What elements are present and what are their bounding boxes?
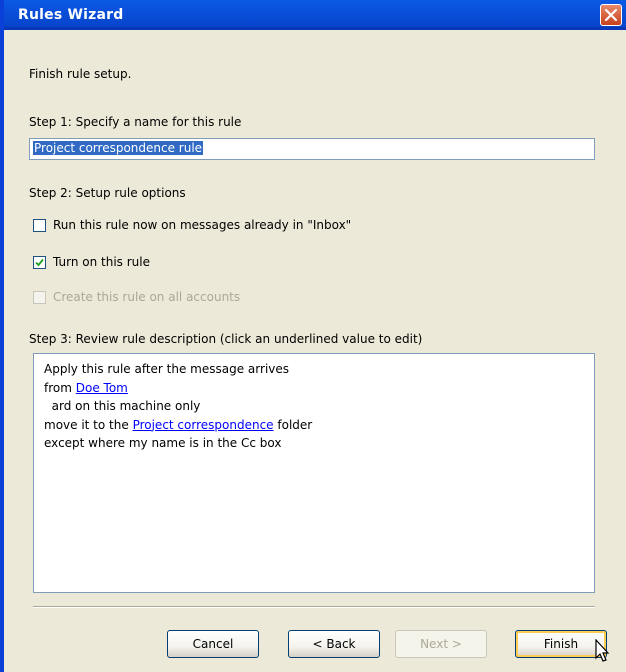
rule-name-input[interactable]: Project correspondence rule <box>29 138 595 160</box>
desc-move-prefix: move it to the <box>44 417 133 432</box>
option-turn-on[interactable]: Turn on this rule <box>33 253 150 271</box>
turn-on-label: Turn on this rule <box>53 255 150 269</box>
all-accounts-label: Create this rule on all accounts <box>53 290 241 304</box>
finish-button[interactable]: Finish <box>515 630 607 658</box>
desc-line-1: Apply this rule after the message arrive… <box>44 362 290 376</box>
step1-label: Step 1: Specify a name for this rule <box>29 115 242 129</box>
next-button: Next > <box>395 630 487 658</box>
step2-label: Step 2: Setup rule options <box>29 186 186 200</box>
turn-on-checkbox[interactable] <box>33 255 46 269</box>
folder-link[interactable]: Project correspondence <box>133 418 274 432</box>
desc-line-5: except where my name is in the Cc box <box>44 436 282 450</box>
run-now-label: Run this rule now on messages already in… <box>53 218 352 232</box>
sender-link[interactable]: Doe Tom <box>76 381 128 395</box>
desc-move-suffix: folder <box>273 417 313 432</box>
desc-line-2: from Doe Tom <box>44 379 584 398</box>
rule-name-value: Project correspondence rule <box>33 141 204 155</box>
checkmark-icon <box>35 258 44 266</box>
step3-label: Step 3: Review rule description (click a… <box>29 332 423 346</box>
close-button[interactable] <box>600 4 622 26</box>
cancel-button[interactable]: Cancel <box>167 630 259 658</box>
desc-line-3: ard on this machine only <box>44 399 201 413</box>
button-separator <box>33 606 595 608</box>
desc-from-prefix: from <box>44 380 76 395</box>
intro-text: Finish rule setup. <box>29 67 132 81</box>
back-button[interactable]: < Back <box>288 630 380 658</box>
all-accounts-checkbox <box>33 290 46 304</box>
close-icon <box>605 9 617 21</box>
rule-description-box: Apply this rule after the message arrive… <box>33 353 595 593</box>
option-all-accounts: Create this rule on all accounts <box>33 288 240 306</box>
window-title: Rules Wizard <box>18 7 124 23</box>
title-bar[interactable]: Rules Wizard <box>4 0 626 30</box>
desc-line-4: move it to the Project correspondence fo… <box>44 416 584 435</box>
option-run-now[interactable]: Run this rule now on messages already in… <box>33 216 351 234</box>
run-now-checkbox[interactable] <box>33 218 46 232</box>
mouse-pointer-icon <box>595 639 610 662</box>
